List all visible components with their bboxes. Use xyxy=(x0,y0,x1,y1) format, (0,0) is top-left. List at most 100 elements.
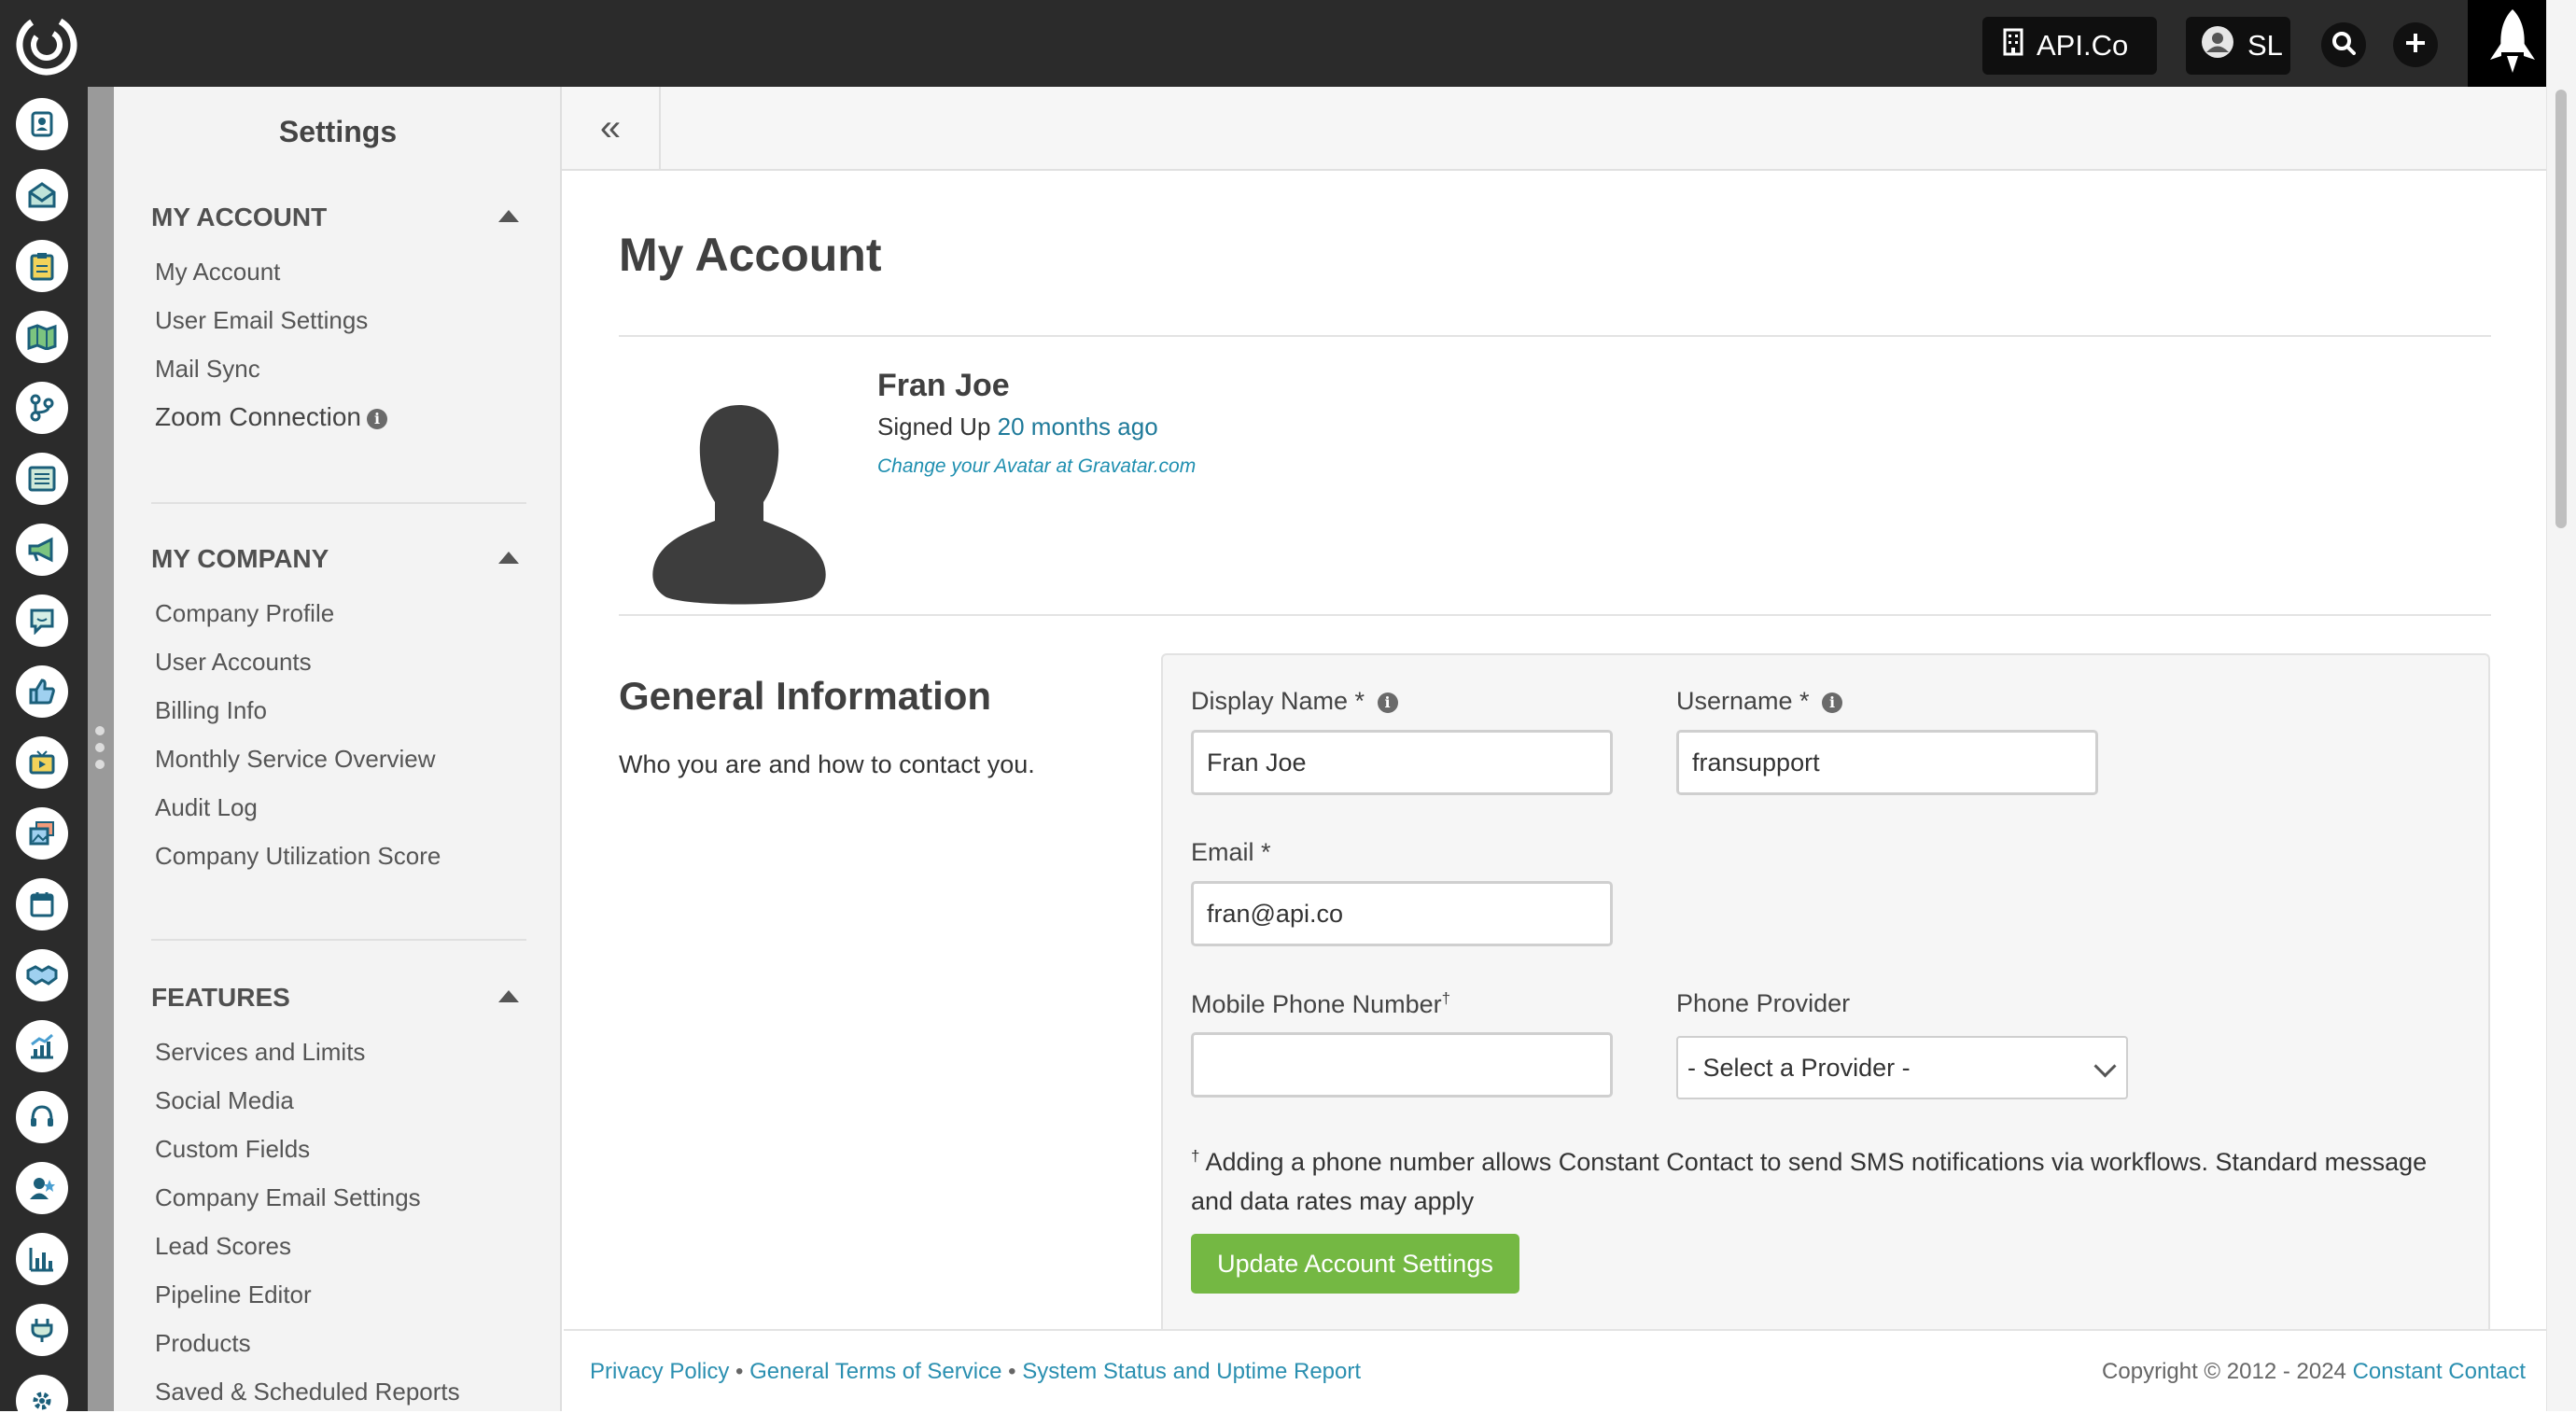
sidebar-item-services-and-limits[interactable]: Services and Limits xyxy=(151,1028,525,1076)
company-switcher-button[interactable]: API.Co xyxy=(1982,17,2157,75)
separator: • xyxy=(735,1359,744,1384)
label-text: Username * xyxy=(1676,687,1810,715)
clipboard-icon[interactable] xyxy=(16,240,68,292)
user-circle-icon xyxy=(2201,25,2234,66)
privacy-policy-link[interactable]: Privacy Policy xyxy=(590,1359,729,1384)
sidebar-section-my-company: MY COMPANY Company Profile User Accounts… xyxy=(151,540,525,880)
bar-chart-icon[interactable] xyxy=(16,1233,68,1285)
selected-value: - Select a Provider - xyxy=(1687,1053,1911,1082)
resize-grip-icon[interactable] xyxy=(93,726,106,775)
sidebar-item-social-media[interactable]: Social Media xyxy=(151,1076,525,1125)
sidebar-item-custom-fields[interactable]: Custom Fields xyxy=(151,1125,525,1173)
sidebar-item-company-profile[interactable]: Company Profile xyxy=(151,589,525,637)
caret-up-icon xyxy=(498,552,519,564)
thumbs-up-icon[interactable] xyxy=(16,665,68,718)
phone-provider-label: Phone Provider xyxy=(1676,989,1851,1017)
sidebar-title: Settings xyxy=(278,115,398,148)
media-icon[interactable] xyxy=(16,807,68,860)
label-text: Display Name * xyxy=(1191,687,1365,715)
section-toggle-features[interactable]: FEATURES xyxy=(151,979,525,1016)
avatar[interactable] xyxy=(648,399,831,605)
mobile-phone-label: Mobile Phone Number† xyxy=(1191,989,1450,1019)
content-toolbar: « xyxy=(562,87,2546,171)
sidebar-item-saved-scheduled-reports[interactable]: Saved & Scheduled Reports xyxy=(151,1367,525,1416)
gear-icon[interactable] xyxy=(16,1375,68,1427)
launchpad-button[interactable] xyxy=(2468,0,2557,87)
app-logo-icon[interactable] xyxy=(13,11,80,78)
section-toggle-my-company[interactable]: MY COMPANY xyxy=(151,540,525,578)
section-heading: FEATURES xyxy=(151,983,290,1012)
signed-up-label: Signed Up xyxy=(877,413,991,441)
general-info-title: General Information xyxy=(619,674,992,718)
calendar-icon[interactable] xyxy=(16,878,68,930)
section-toggle-my-account[interactable]: MY ACCOUNT xyxy=(151,199,525,236)
footer-links: Privacy Policy • General Terms of Servic… xyxy=(590,1359,1361,1385)
handshake-icon[interactable] xyxy=(16,949,68,1001)
sidebar-item-audit-log[interactable]: Audit Log xyxy=(151,783,525,832)
search-button[interactable] xyxy=(2321,22,2366,67)
gravatar-link[interactable]: Change your Avatar at Gravatar.com xyxy=(877,455,1196,478)
section-heading: MY COMPANY xyxy=(151,544,329,573)
plus-icon xyxy=(2403,31,2428,60)
sidebar-item-billing-info[interactable]: Billing Info xyxy=(151,686,525,734)
search-icon xyxy=(2331,31,2356,60)
contacts-icon[interactable] xyxy=(16,98,68,150)
info-icon[interactable]: i xyxy=(1822,692,1843,713)
terms-of-service-link[interactable]: General Terms of Service xyxy=(749,1359,1001,1384)
info-icon[interactable]: i xyxy=(1377,692,1398,713)
footer: Privacy Policy • General Terms of Servic… xyxy=(564,1329,2546,1411)
signed-up-relative-time[interactable]: 20 months ago xyxy=(998,413,1158,441)
phone-provider-select[interactable]: - Select a Provider - xyxy=(1676,1036,2128,1099)
page-scrollbar[interactable] xyxy=(2546,0,2576,1411)
separator: • xyxy=(1008,1359,1016,1384)
constant-contact-link[interactable]: Constant Contact xyxy=(2353,1359,2526,1384)
map-icon[interactable] xyxy=(16,311,68,363)
email-field[interactable] xyxy=(1191,881,1613,946)
username-label: Username * i xyxy=(1676,687,1843,716)
display-name-label: Display Name * i xyxy=(1191,687,1398,716)
sms-disclaimer: † Adding a phone number allows Constant … xyxy=(1191,1137,2460,1221)
sidebar-item-my-account[interactable]: My Account xyxy=(151,247,525,296)
headset-icon[interactable] xyxy=(16,1091,68,1143)
sidebar-item-user-email-settings[interactable]: User Email Settings xyxy=(151,296,525,344)
megaphone-icon[interactable] xyxy=(16,524,68,576)
display-name-field[interactable] xyxy=(1191,730,1613,795)
username-field[interactable] xyxy=(1676,730,2098,795)
double-chevron-left-icon: « xyxy=(599,106,622,148)
trend-chart-icon[interactable] xyxy=(16,1020,68,1072)
sidebar-item-user-accounts[interactable]: User Accounts xyxy=(151,637,525,686)
create-new-button[interactable] xyxy=(2393,22,2438,67)
list-icon[interactable] xyxy=(16,453,68,505)
sidebar-item-pipeline-editor[interactable]: Pipeline Editor xyxy=(151,1270,525,1319)
sidebar-section-features: FEATURES Services and Limits Social Medi… xyxy=(151,979,525,1416)
page-title: My Account xyxy=(619,229,882,281)
video-icon[interactable] xyxy=(16,736,68,789)
sidebar-item-products[interactable]: Products xyxy=(151,1319,525,1367)
rocket-icon xyxy=(2486,7,2539,79)
profile-name: Fran Joe xyxy=(877,368,1010,403)
collapse-sidebar-button[interactable]: « xyxy=(562,87,661,169)
info-icon[interactable]: i xyxy=(367,408,388,429)
email-label: Email * xyxy=(1191,838,1271,866)
building-icon xyxy=(2003,28,2023,63)
scrollbar-thumb[interactable] xyxy=(2555,90,2567,528)
user-star-icon[interactable] xyxy=(16,1162,68,1214)
general-info-subtitle: Who you are and how to contact you. xyxy=(619,750,1035,778)
sidebar-item-monthly-service-overview[interactable]: Monthly Service Overview xyxy=(151,734,525,783)
sidebar-section-my-account: MY ACCOUNT My Account User Email Setting… xyxy=(151,199,525,441)
system-status-link[interactable]: System Status and Uptime Report xyxy=(1022,1359,1361,1384)
chat-icon[interactable] xyxy=(16,595,68,647)
user-menu-button[interactable]: SL xyxy=(2186,17,2290,75)
mobile-phone-field[interactable] xyxy=(1191,1032,1613,1098)
mail-icon[interactable] xyxy=(16,169,68,221)
sidebar-item-mail-sync[interactable]: Mail Sync xyxy=(151,344,525,393)
sidebar-item-zoom-connection[interactable]: Zoom Connection i xyxy=(151,393,525,441)
dagger-mark: † xyxy=(1441,989,1451,1007)
sidebar-item-company-email-settings[interactable]: Company Email Settings xyxy=(151,1173,525,1222)
sidebar-item-company-utilization-score[interactable]: Company Utilization Score xyxy=(151,832,525,880)
copyright-text: Copyright © 2012 - 2024 xyxy=(2102,1359,2346,1384)
update-account-settings-button[interactable]: Update Account Settings xyxy=(1191,1234,1519,1294)
workflow-icon[interactable] xyxy=(16,382,68,434)
sidebar-item-lead-scores[interactable]: Lead Scores xyxy=(151,1222,525,1270)
plug-icon[interactable] xyxy=(16,1304,68,1356)
